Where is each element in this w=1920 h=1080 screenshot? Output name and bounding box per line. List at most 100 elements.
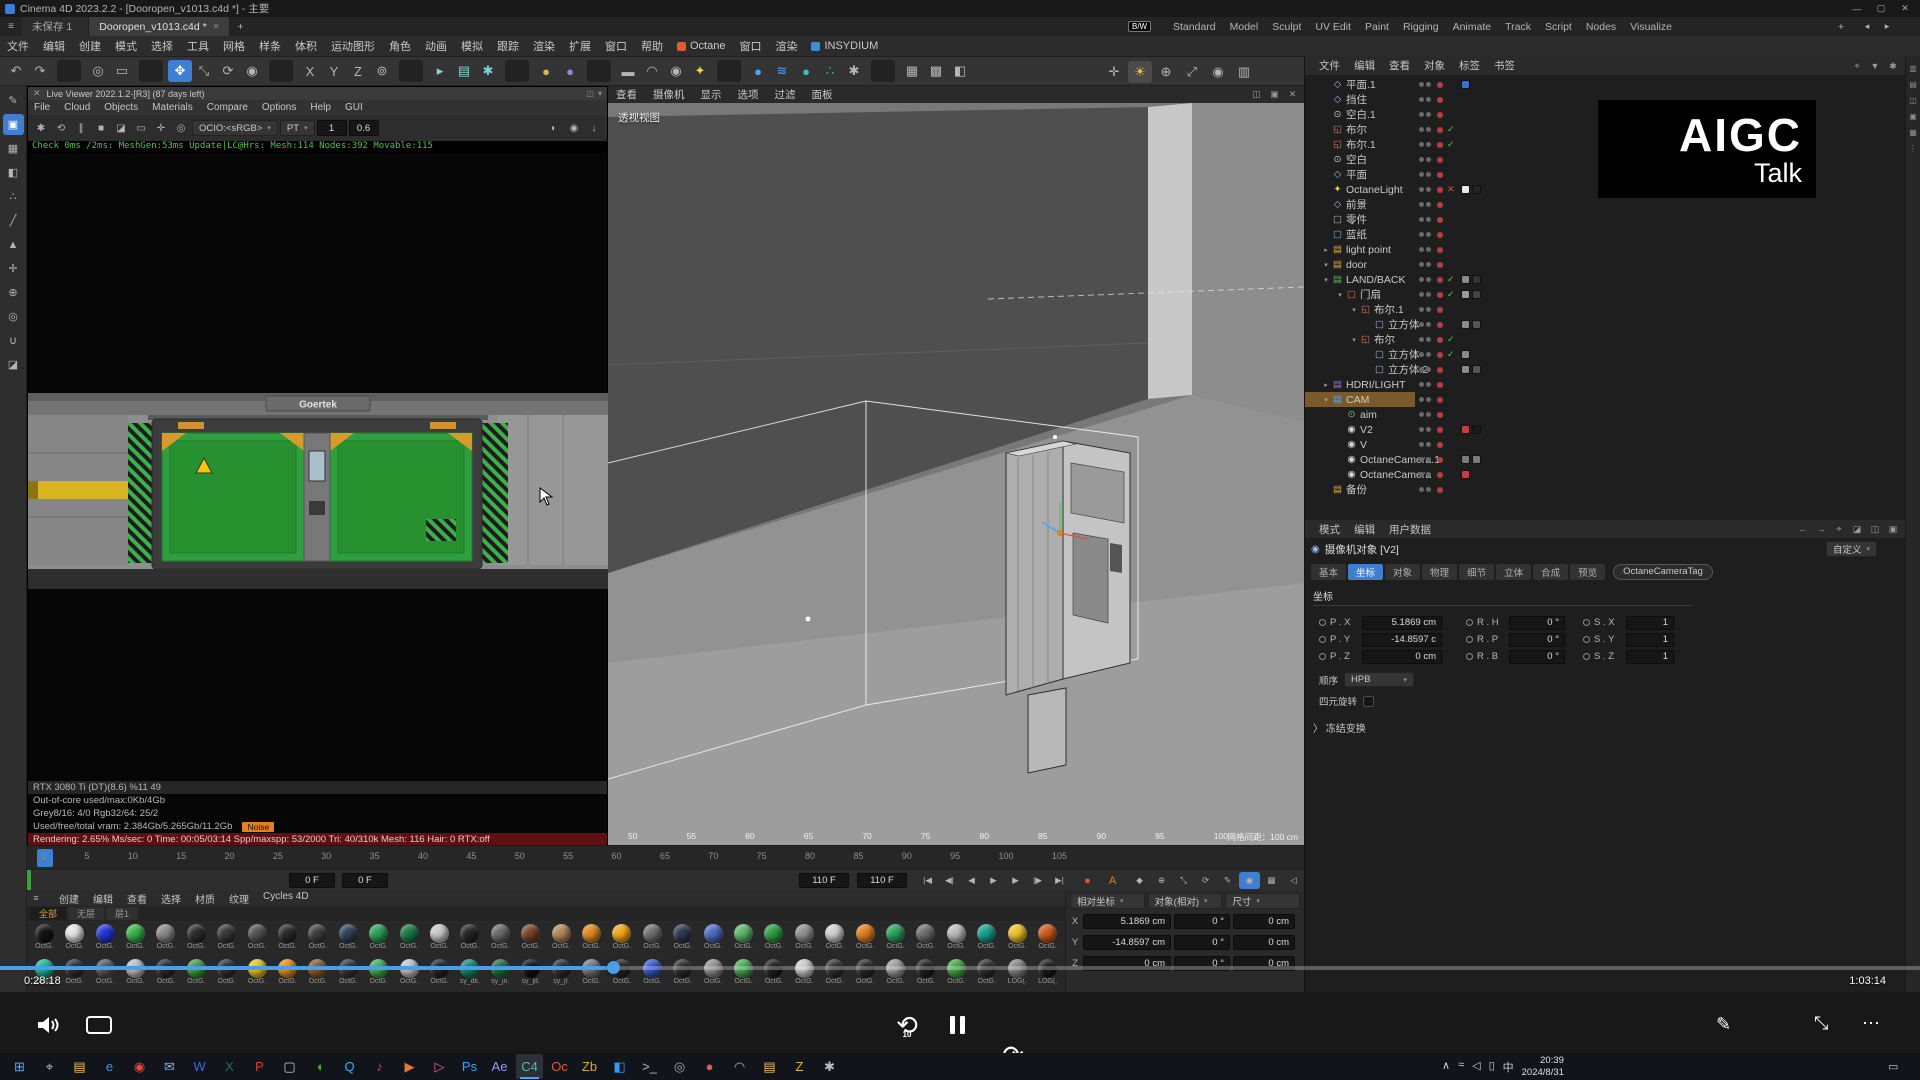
- object-tag[interactable]: [1461, 275, 1470, 284]
- more-options-icon[interactable]: ⋯: [1862, 1013, 1880, 1034]
- object-row[interactable]: ◉ OctaneCamera.1: [1305, 452, 1905, 467]
- layer-dot[interactable]: [1437, 292, 1443, 298]
- menu-item[interactable]: INSYDIUM: [804, 38, 885, 54]
- material-sphere[interactable]: [643, 924, 662, 943]
- menu-item[interactable]: 渲染: [768, 38, 804, 54]
- workspace-tab[interactable]: Sculpt: [1267, 21, 1306, 33]
- visibility-dots[interactable]: [1419, 112, 1431, 117]
- record-position-icon[interactable]: ⊕: [1151, 872, 1172, 889]
- add-workspace-button[interactable]: +: [1832, 17, 1850, 36]
- layer-dot[interactable]: [1437, 457, 1443, 463]
- visibility-dots[interactable]: [1419, 472, 1431, 477]
- prev-key-icon[interactable]: ◀|: [939, 872, 960, 889]
- exit-fullscreen-icon[interactable]: ⤡: [1814, 1013, 1828, 1034]
- menu-item[interactable]: 工具: [180, 38, 216, 54]
- strip-panel-icon[interactable]: ▤: [1907, 78, 1919, 90]
- rotation-field[interactable]: 0 °: [1509, 633, 1565, 647]
- new-material-icon[interactable]: ●: [534, 60, 558, 82]
- object-tag[interactable]: [1461, 365, 1470, 374]
- material-menu-item[interactable]: 纹理: [222, 891, 256, 906]
- material-swatch[interactable]: OctG.: [607, 922, 637, 956]
- end-frame-field[interactable]: 110 F: [799, 873, 849, 888]
- object-tag[interactable]: [1461, 350, 1470, 359]
- material-sphere[interactable]: [856, 924, 875, 943]
- toolbar-icon[interactable]: [139, 60, 163, 82]
- octane-liquid-icon[interactable]: ≋: [770, 60, 794, 82]
- material-sphere[interactable]: [795, 924, 814, 943]
- material-swatch[interactable]: OctG.: [972, 922, 1002, 956]
- material-sphere[interactable]: [1038, 924, 1057, 943]
- om-menu-item[interactable]: 标签: [1452, 58, 1487, 73]
- rewind-10-button[interactable]: ⟲10: [892, 1010, 922, 1040]
- material-swatch[interactable]: OctG.: [363, 922, 393, 956]
- attr-search-icon[interactable]: ⌖: [1831, 522, 1847, 537]
- material-swatch[interactable]: OctG.: [759, 922, 789, 956]
- object-row[interactable]: ▾ ▤ CAM: [1305, 392, 1905, 407]
- om-gear-icon[interactable]: ✱: [1885, 59, 1901, 74]
- zoom-in-icon[interactable]: ⊕: [1154, 61, 1178, 83]
- lv-lock-icon[interactable]: ◪: [112, 119, 130, 137]
- material-sphere[interactable]: [187, 924, 206, 943]
- visibility-dots[interactable]: [1419, 412, 1431, 417]
- ocio-dropdown[interactable]: OCIO:<sRGB>: [192, 120, 278, 136]
- coord-system-icon[interactable]: ⊚: [370, 60, 394, 82]
- object-row[interactable]: ▤ 备份: [1305, 482, 1905, 497]
- size-field[interactable]: 0 cm: [1233, 935, 1295, 950]
- menu-item[interactable]: 体积: [288, 38, 324, 54]
- material-swatch[interactable]: OctG.: [90, 922, 120, 956]
- material-sphere[interactable]: [704, 924, 723, 943]
- floor-object-icon[interactable]: ▬: [616, 60, 640, 82]
- snap-icon[interactable]: ∪: [3, 330, 24, 351]
- toolbar-icon[interactable]: [269, 60, 293, 82]
- lv-save-icon[interactable]: ↓: [585, 119, 603, 137]
- lv-settings-icon[interactable]: ✱: [32, 119, 50, 137]
- object-row[interactable]: ◉ V2: [1305, 422, 1905, 437]
- last-tool-icon[interactable]: ◉: [240, 60, 264, 82]
- material-swatch[interactable]: OctG.: [698, 922, 728, 956]
- attr-menu-item[interactable]: 用户数据: [1382, 522, 1438, 537]
- x-axis-lock-icon[interactable]: X: [298, 60, 322, 82]
- lv-picker-icon[interactable]: ✛: [152, 119, 170, 137]
- attr-new-icon[interactable]: ▣: [1885, 522, 1901, 537]
- play-icon[interactable]: ▶: [983, 872, 1004, 889]
- material-swatch[interactable]: OctG.: [151, 922, 181, 956]
- object-tag[interactable]: [1472, 290, 1481, 299]
- visibility-dots[interactable]: [1419, 157, 1431, 162]
- ppt-icon[interactable]: P: [246, 1054, 273, 1079]
- chrome-icon[interactable]: ◉: [126, 1054, 153, 1079]
- obs-icon[interactable]: ◎: [666, 1054, 693, 1079]
- lv-menu-item[interactable]: File: [28, 102, 56, 113]
- visibility-dots[interactable]: [1419, 397, 1431, 402]
- layout-icon[interactable]: ▥: [1232, 61, 1256, 83]
- lv-menu-item[interactable]: Materials: [146, 102, 199, 113]
- material-sphere[interactable]: [582, 924, 601, 943]
- material-sphere[interactable]: [369, 924, 388, 943]
- material-sphere[interactable]: [460, 924, 479, 943]
- enable-check[interactable]: ✓: [1447, 334, 1455, 345]
- expand-icon[interactable]: ▾: [1321, 276, 1331, 284]
- visibility-dots[interactable]: [1419, 232, 1431, 237]
- workspace-tab[interactable]: Nodes: [1581, 21, 1621, 33]
- visibility-dots[interactable]: [1419, 277, 1431, 282]
- viewport-menu-item[interactable]: 显示: [693, 87, 730, 102]
- material-swatch[interactable]: OctG.: [29, 922, 59, 956]
- visibility-dots[interactable]: [1419, 337, 1431, 342]
- material-sphere[interactable]: [308, 924, 327, 943]
- pause-button[interactable]: [950, 1016, 965, 1034]
- material-sphere[interactable]: [552, 924, 571, 943]
- workplane-mode-icon[interactable]: ◧: [3, 162, 24, 183]
- keyframe-dot[interactable]: [1583, 619, 1590, 626]
- visibility-dots[interactable]: [1419, 97, 1431, 102]
- visibility-dots[interactable]: [1419, 172, 1431, 177]
- tray-ime-icon[interactable]: 中: [1503, 1059, 1514, 1075]
- search-icon[interactable]: ⌖: [36, 1054, 63, 1079]
- material-swatch[interactable]: OctG.: [181, 922, 211, 956]
- material-swatch[interactable]: OctG.: [820, 957, 850, 991]
- lv-clay-icon[interactable]: ◐: [545, 119, 563, 137]
- material-sphere[interactable]: [825, 924, 844, 943]
- layer-dot[interactable]: [1437, 127, 1443, 133]
- freeze-transform-section[interactable]: 〉 冻结变换: [1313, 720, 1366, 735]
- shader-ball-icon[interactable]: ●: [558, 60, 582, 82]
- keyframe-selection-icon[interactable]: ▦: [1261, 872, 1282, 889]
- enable-check[interactable]: ✕: [1447, 184, 1455, 195]
